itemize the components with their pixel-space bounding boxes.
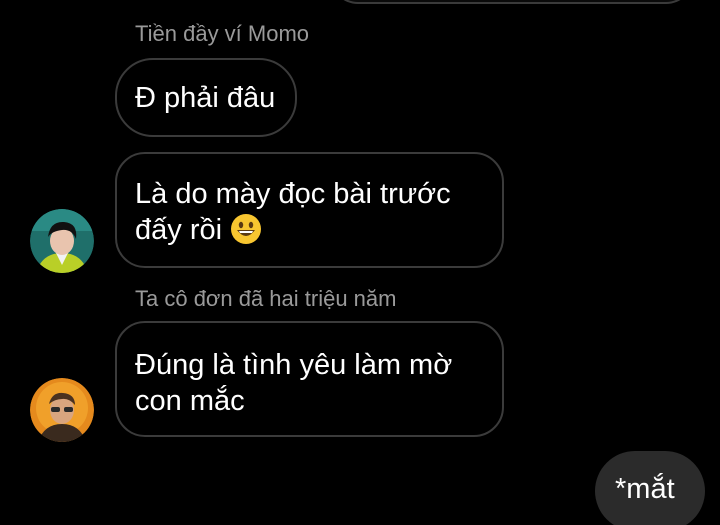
avatar-image xyxy=(30,209,94,273)
message-text: Đ phải đâu xyxy=(135,82,276,114)
message-text: *mắt xyxy=(615,473,675,505)
message-bubble[interactable]: Là do mày đọc bài trước đấy rồi xyxy=(115,152,504,268)
message-text-line: Đúng là tình yêu làm mờ xyxy=(135,349,453,381)
sender-name: Ta cô đơn đã hai triệu năm xyxy=(135,286,397,311)
message-text-line: con mắc xyxy=(135,385,245,417)
avatar[interactable] xyxy=(30,378,94,442)
message-text: đấy rồi xyxy=(135,214,223,246)
chat-screen: Tiền đầy ví Momo Đ phải đâu Là do mày đọ… xyxy=(0,0,720,525)
grinning-face-emoji xyxy=(231,214,262,244)
message-bubble[interactable]: Đúng là tình yêu làm mờ con mắc xyxy=(115,321,504,437)
sender-name: Tiền đầy ví Momo xyxy=(135,21,310,46)
avatar[interactable] xyxy=(30,209,94,273)
own-message-bubble[interactable]: *mắt xyxy=(595,451,705,525)
message-text-line: đấy rồi xyxy=(135,212,484,248)
message-bubble[interactable]: Đ phải đâu xyxy=(115,58,297,137)
avatar-image xyxy=(30,378,94,442)
message-text-line: Là do mày đọc bài trước xyxy=(135,178,451,210)
previous-message-bubble[interactable] xyxy=(330,0,694,4)
